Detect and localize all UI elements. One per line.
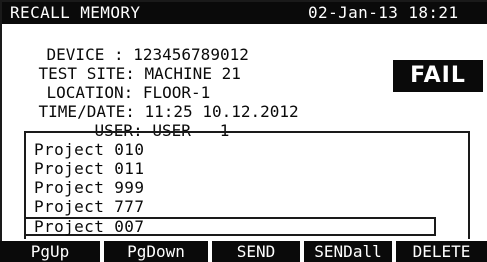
location-row: LOCATION: FLOOR-1 <box>8 64 211 102</box>
title-bar: RECALL MEMORY 02-Jan-13 18:21 <box>2 2 487 24</box>
page-down-softkey[interactable]: PgDown <box>104 241 208 262</box>
screen-title: RECALL MEMORY <box>10 3 141 22</box>
project-list-item[interactable]: Project 010 <box>34 140 144 159</box>
fail-status-badge: FAIL <box>393 60 483 92</box>
project-list-item[interactable]: Project 777 <box>34 197 144 216</box>
test-site-row: TEST SITE: MACHINE 21 <box>0 45 241 83</box>
record-info: DEVICE : 123456789012 TEST SITE: MACHINE… <box>0 26 299 140</box>
send-softkey[interactable]: SEND <box>212 241 300 262</box>
date-time-display: 02-Jan-13 18:21 <box>308 3 459 22</box>
softkey-bar: PgUp PgDown SEND SENDall DELETE <box>0 241 487 262</box>
user-row: USER: USER 1 <box>56 102 230 140</box>
project-list-item[interactable]: Project 011 <box>34 159 144 178</box>
project-list-item[interactable]: Project 007 <box>24 217 436 236</box>
delete-softkey[interactable]: DELETE <box>396 241 487 262</box>
send-all-softkey[interactable]: SENDall <box>304 241 392 262</box>
project-list-item[interactable]: Project 999 <box>34 178 144 197</box>
page-up-softkey[interactable]: PgUp <box>0 241 100 262</box>
device-row: DEVICE : 123456789012 <box>8 26 249 64</box>
time-date-row: TIME/DATE: 11:25 10.12.2012 <box>0 83 299 121</box>
